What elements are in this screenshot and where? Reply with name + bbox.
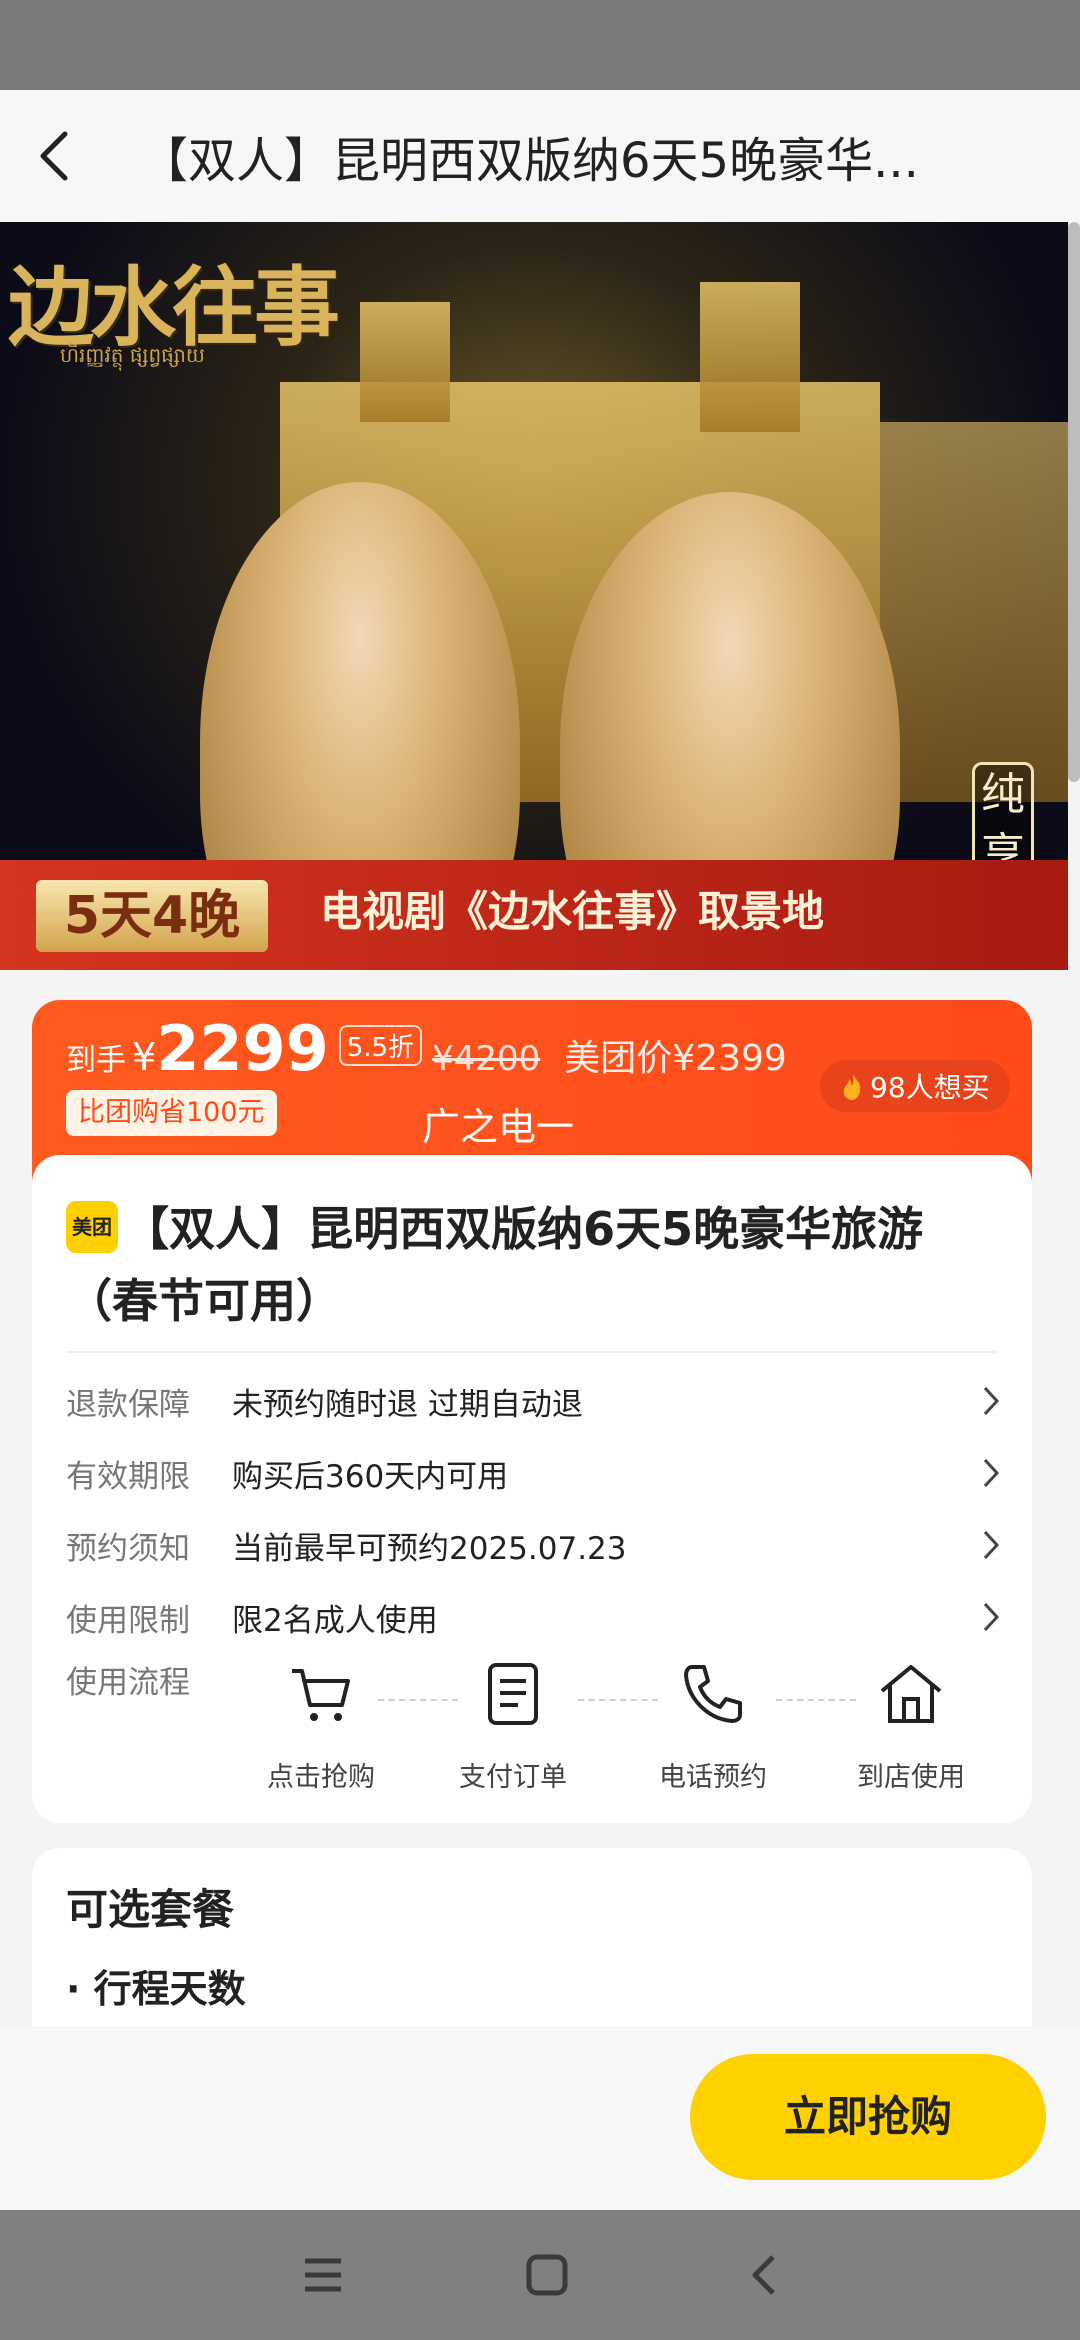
- info-value: 当前最早可预约2025.07.23: [232, 1530, 627, 1567]
- info-label: 使用限制: [66, 1602, 190, 1639]
- ribbon-text: 电视剧《边水往事》取景地: [320, 887, 825, 936]
- flow-step: 到店使用: [836, 1655, 986, 1794]
- step-text: 到店使用: [857, 1762, 965, 1793]
- info-value: 未预约随时退 过期自动退: [232, 1386, 583, 1423]
- flow-step: 支付订单: [438, 1655, 588, 1794]
- palace-wing: [880, 422, 1068, 802]
- info-label: 有效期限: [66, 1458, 190, 1495]
- chevron-right-icon: [976, 1453, 1006, 1493]
- price-label: 到手: [66, 1043, 126, 1078]
- chevron-right-icon: [976, 1597, 1006, 1637]
- back-nav-icon[interactable]: [749, 2253, 779, 2297]
- currency-symbol: ¥: [132, 1035, 157, 1079]
- step-text: 点击抢购: [267, 1762, 375, 1793]
- info-label: 退款保障: [66, 1386, 190, 1423]
- system-nav-bar: [0, 2210, 1080, 2340]
- info-row-validity[interactable]: 有效期限 购买后360天内可用: [66, 1445, 1006, 1501]
- buy-now-button[interactable]: 立即抢购: [690, 2054, 1046, 2180]
- chevron-right-icon: [976, 1525, 1006, 1565]
- phone-icon: [638, 1655, 788, 1733]
- price-row: 到手 ¥ 2299 5.5折 ¥4200 美团价¥2399: [66, 1012, 787, 1085]
- palace-tower: [700, 282, 800, 432]
- product-title-block: 美团 【双人】昆明西双版纳6天5晚豪华旅游（春节可用）: [66, 1193, 1006, 1337]
- scrollbar[interactable]: [1068, 222, 1080, 782]
- package-title: 可选套餐: [66, 1885, 235, 1934]
- banner-logo-subtitle: ហិរញ្ញវត្ថុ ផ្សព្វផ្សាយ: [60, 343, 205, 367]
- overlay-text: 广之电一: [422, 1105, 575, 1149]
- menu-icon[interactable]: [301, 2255, 345, 2295]
- hero-banner[interactable]: 边水往事 ហិរញ្ញវត្ថុ ផ្សព្វផ្សាយ 纯享: [0, 222, 1068, 967]
- meituan-price: 美团价¥2399: [564, 1038, 787, 1079]
- final-price: 2299: [156, 1012, 329, 1085]
- flow-step: 点击抢购: [246, 1655, 396, 1794]
- cart-icon: [246, 1655, 396, 1733]
- info-row-refund[interactable]: 退款保障 未预约随时退 过期自动退: [66, 1373, 1006, 1429]
- package-card: 可选套餐 · 行程天数: [32, 1848, 1032, 2026]
- info-row-booking[interactable]: 预约须知 当前最早可预约2025.07.23: [66, 1517, 1006, 1573]
- save-tag: 比团购省100元: [66, 1090, 277, 1136]
- chevron-right-icon: [976, 1381, 1006, 1421]
- bottom-bar: 立即抢购: [0, 2026, 1080, 2210]
- days-badge: 5天4晚: [36, 880, 268, 952]
- info-value: 购买后360天内可用: [232, 1458, 509, 1495]
- divider: [66, 1351, 998, 1353]
- flow-label: 使用流程: [66, 1665, 190, 1701]
- info-row-limit[interactable]: 使用限制 限2名成人使用: [66, 1589, 1006, 1645]
- status-bar: [0, 0, 1080, 90]
- product-info-card: 美团 【双人】昆明西双版纳6天5晚豪华旅游（春节可用） 退款保障 未预约随时退 …: [32, 1155, 1032, 1823]
- fire-icon: [843, 1072, 861, 1100]
- package-subtitle: · 行程天数: [66, 1967, 246, 2011]
- page-title: 【双人】昆明西双版纳6天5晚豪华...: [140, 133, 919, 189]
- document-icon: [438, 1655, 588, 1733]
- back-arrow-icon: [40, 131, 68, 181]
- original-price: ¥4200: [432, 1039, 541, 1079]
- info-label: 预约须知: [66, 1530, 190, 1567]
- home-button-icon[interactable]: [525, 2253, 569, 2297]
- back-button[interactable]: [0, 90, 110, 222]
- discount-badge: 5.5折: [338, 1025, 423, 1066]
- product-title: 【双人】昆明西双版纳6天5晚豪华旅游（春节可用）: [66, 1202, 924, 1328]
- palace-tower: [360, 302, 450, 422]
- want-count-badge: 98人想买: [820, 1060, 1010, 1112]
- want-count-text: 98人想买: [870, 1071, 990, 1104]
- home-icon: [836, 1655, 986, 1733]
- step-text: 电话预约: [659, 1762, 767, 1793]
- meituan-logo: 美团: [66, 1201, 118, 1253]
- header: 【双人】昆明西双版纳6天5晚豪华...: [0, 90, 1080, 222]
- info-value: 限2名成人使用: [232, 1602, 438, 1639]
- flow-step: 电话预约: [638, 1655, 788, 1794]
- step-text: 支付订单: [459, 1762, 567, 1793]
